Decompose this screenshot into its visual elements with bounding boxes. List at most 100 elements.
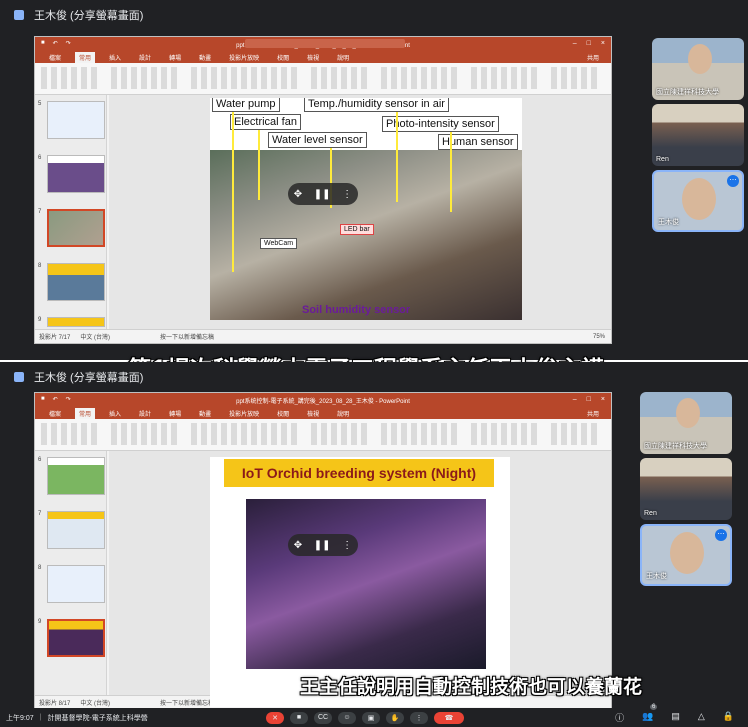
- camera-icon[interactable]: ■: [290, 711, 308, 724]
- presenter-bar: 王木俊 (分享螢幕畫面): [0, 362, 748, 392]
- slide-thumbnail[interactable]: [47, 263, 105, 301]
- tab-slideshow[interactable]: 投影片放映: [225, 52, 263, 63]
- info-icon[interactable]: ⓘ: [615, 711, 624, 724]
- zoom-level[interactable]: 75%: [593, 334, 605, 340]
- tab-design[interactable]: 設計: [135, 52, 155, 63]
- tab-insert[interactable]: 插入: [105, 52, 125, 63]
- tab-view[interactable]: 檢視: [303, 408, 323, 419]
- activities-icon[interactable]: △: [698, 711, 705, 724]
- more-icon[interactable]: ⋮: [342, 540, 352, 551]
- orchid-night-photo: [246, 499, 486, 669]
- tab-help[interactable]: 說明: [333, 52, 353, 63]
- mic-off-icon[interactable]: ✕: [266, 711, 284, 724]
- raise-hand-icon[interactable]: ✋: [386, 711, 404, 724]
- status-bar: 投影片 7/17 中文 (台灣) 按一下以新增備忘稿 75%: [35, 329, 611, 343]
- clipboard-group[interactable]: [41, 67, 101, 89]
- tab-home[interactable]: 常用: [75, 52, 96, 63]
- close-icon[interactable]: ×: [601, 40, 605, 47]
- presenter-toolbar[interactable]: ✥ ❚❚ ⋮: [288, 534, 358, 556]
- undo-icon[interactable]: ↶: [53, 40, 58, 47]
- tab-file[interactable]: 檔案: [45, 408, 65, 419]
- notes-hint[interactable]: 按一下以新增備忘稿: [160, 698, 214, 707]
- notes-hint[interactable]: 按一下以新增備忘稿: [160, 332, 214, 341]
- tab-review[interactable]: 校閱: [273, 408, 293, 419]
- slide-thumbnail[interactable]: [47, 155, 105, 193]
- font-group[interactable]: [191, 423, 301, 445]
- tab-transitions[interactable]: 轉場: [165, 408, 185, 419]
- more-icon[interactable]: ⋮: [342, 189, 352, 200]
- tab-help[interactable]: 說明: [333, 408, 353, 419]
- participant-name: 國立陳建祥科技大學: [656, 89, 719, 96]
- move-icon[interactable]: ✥: [294, 189, 302, 200]
- styles-group[interactable]: [471, 423, 541, 445]
- present-icon[interactable]: ▣: [362, 711, 380, 724]
- emoji-icon[interactable]: ☺: [338, 711, 356, 724]
- maximize-icon[interactable]: □: [587, 40, 591, 47]
- slide-thumbnail-selected[interactable]: [47, 619, 105, 657]
- tab-review[interactable]: 校閱: [273, 52, 293, 63]
- slide-thumbnail[interactable]: [47, 317, 105, 327]
- participant-tile[interactable]: 國立陳建祥科技大學: [640, 392, 732, 454]
- slide-thumbnail[interactable]: [47, 511, 105, 549]
- subtitle-bottom: 王主任說明用自動控制技術也可以養蘭花: [300, 676, 643, 698]
- clipboard-group[interactable]: [41, 423, 101, 445]
- leave-call-button[interactable]: ☎: [434, 711, 464, 724]
- host-controls-icon[interactable]: 🔒: [723, 711, 734, 724]
- presenter-toolbar[interactable]: ✥ ❚❚ ⋮: [288, 183, 358, 205]
- ribbon: [35, 419, 611, 451]
- slides-group[interactable]: [111, 423, 181, 445]
- save-icon[interactable]: ■: [41, 396, 45, 403]
- participant-tile-speaking[interactable]: ⋯ 王木俊: [652, 170, 744, 232]
- tab-design[interactable]: 設計: [135, 408, 155, 419]
- tab-file[interactable]: 檔案: [45, 52, 65, 63]
- tab-transitions[interactable]: 轉場: [165, 52, 185, 63]
- participant-tile[interactable]: Ren: [640, 458, 732, 520]
- slide-thumbnail[interactable]: [47, 565, 105, 603]
- styles-group[interactable]: [471, 67, 541, 89]
- tab-insert[interactable]: 插入: [105, 408, 125, 419]
- close-icon[interactable]: ×: [601, 396, 605, 403]
- save-icon[interactable]: ■: [41, 40, 45, 47]
- participant-tile-speaking[interactable]: ⋯ 王木俊: [640, 524, 732, 586]
- participant-tile[interactable]: 國立陳建祥科技大學: [652, 38, 744, 100]
- minimize-icon[interactable]: –: [573, 396, 577, 403]
- paragraph-group[interactable]: [311, 423, 371, 445]
- redo-icon[interactable]: ↷: [66, 40, 71, 47]
- tab-home[interactable]: 常用: [75, 408, 96, 419]
- editing-group[interactable]: [551, 423, 601, 445]
- maximize-icon[interactable]: □: [587, 396, 591, 403]
- minimize-icon[interactable]: –: [573, 40, 577, 47]
- drawing-group[interactable]: [381, 67, 461, 89]
- slides-group[interactable]: [111, 67, 181, 89]
- paragraph-group[interactable]: [311, 67, 371, 89]
- drawing-group[interactable]: [381, 423, 461, 445]
- participant-tile[interactable]: Ren: [652, 104, 744, 166]
- speaking-icon: ⋯: [715, 529, 727, 541]
- tab-slideshow[interactable]: 投影片放映: [225, 408, 263, 419]
- chat-icon[interactable]: ▤: [671, 711, 680, 724]
- people-icon[interactable]: 👥 6: [642, 704, 658, 724]
- tab-animations[interactable]: 動畫: [195, 408, 215, 419]
- slide-thumbnail-selected[interactable]: [47, 209, 105, 247]
- slide-thumbnail[interactable]: [47, 101, 105, 139]
- share-button[interactable]: 共用: [583, 408, 603, 419]
- tab-animations[interactable]: 動畫: [195, 52, 215, 63]
- speaking-icon: ⋯: [727, 175, 739, 187]
- undo-icon[interactable]: ↶: [53, 396, 58, 403]
- share-button[interactable]: 共用: [583, 52, 603, 63]
- pause-icon[interactable]: ❚❚: [314, 189, 331, 200]
- ppt-search-box[interactable]: [245, 39, 405, 48]
- slide-thumbnail[interactable]: [47, 457, 105, 495]
- font-group[interactable]: [191, 67, 301, 89]
- move-icon[interactable]: ✥: [294, 540, 302, 551]
- more-options-icon[interactable]: ⋮: [410, 711, 428, 724]
- slide-thumbnails: 6 7 8 9: [35, 451, 107, 695]
- editing-group[interactable]: [551, 67, 601, 89]
- captions-icon[interactable]: CC: [314, 711, 332, 724]
- pause-icon[interactable]: ❚❚: [314, 540, 331, 551]
- tab-view[interactable]: 檢視: [303, 52, 323, 63]
- slide-iot-night: IoT Orchid breeding system (Night): [210, 457, 510, 707]
- participant-name: 國立陳建祥科技大學: [644, 443, 707, 450]
- pointer-arrow: [450, 132, 452, 212]
- redo-icon[interactable]: ↷: [66, 396, 71, 403]
